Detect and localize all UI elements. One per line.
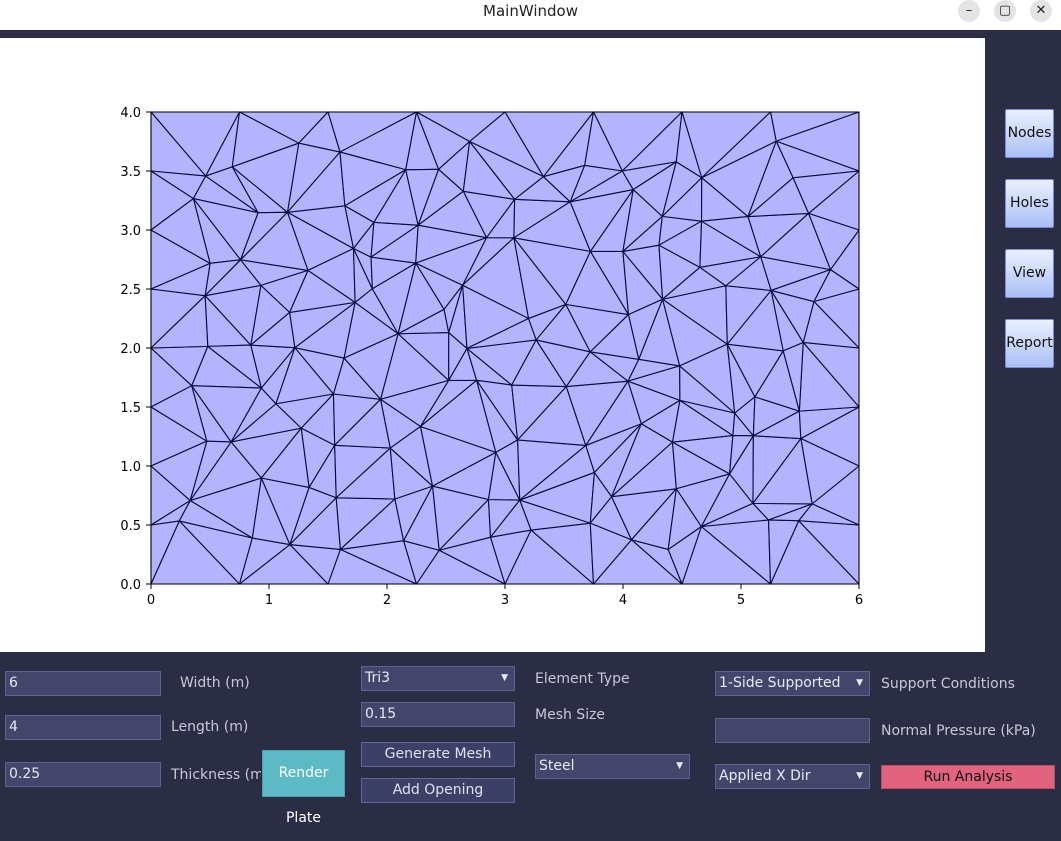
element-type-value: Tri3 <box>365 670 391 686</box>
y-tick-label: 1.0 <box>120 460 141 475</box>
y-tick-label: 2.5 <box>120 283 141 298</box>
render-plate-button[interactable]: Render Plate <box>262 750 345 826</box>
x-tick-label: 2 <box>383 593 391 608</box>
chevron-down-icon: ▼ <box>501 673 508 683</box>
length-input[interactable]: 4 <box>5 715 161 740</box>
y-tick-label: 0.0 <box>120 578 141 593</box>
y-tick-label: 3.5 <box>120 165 141 180</box>
y-tick-label: 4.0 <box>120 106 141 121</box>
chevron-down-icon: ▼ <box>856 678 863 688</box>
material-select[interactable]: Steel ▼ <box>535 754 690 779</box>
plot-canvas[interactable]: 0 1 2 3 4 5 6 0.0 0.5 1.0 1.5 2.0 2.5 3.0 3.5 4.0 <box>0 38 985 652</box>
run-analysis-button[interactable]: Run Analysis <box>881 765 1055 789</box>
thickness-input[interactable]: 0.25 <box>5 762 161 787</box>
load-direction-select[interactable]: Applied X Dir ▼ <box>715 764 870 789</box>
normal-pressure-label: Normal Pressure (kPa) <box>881 723 1036 739</box>
nodes-button[interactable]: Nodes <box>1005 109 1054 158</box>
minimize-icon[interactable]: – <box>958 0 980 22</box>
chevron-down-icon: ▼ <box>676 761 683 771</box>
x-tick-label: 5 <box>737 593 745 608</box>
x-tick-label: 6 <box>855 593 863 608</box>
generate-mesh-button[interactable]: Generate Mesh <box>361 742 515 767</box>
report-button[interactable]: Report <box>1005 319 1054 368</box>
mesh-elements <box>150 111 860 585</box>
window-title: MainWindow <box>483 2 578 20</box>
thickness-label: Thickness (m <box>171 767 261 783</box>
x-tick-label: 3 <box>501 593 509 608</box>
holes-button[interactable]: Holes <box>1005 179 1054 228</box>
controls-panel: 6 Width (m) 4 Length (m) 0.25 Thickness … <box>0 652 1061 826</box>
title-bar: MainWindow – ▢ ✕ <box>0 0 1061 30</box>
x-tick-label: 4 <box>619 593 627 608</box>
mesh-size-label: Mesh Size <box>535 707 606 723</box>
close-icon[interactable]: ✕ <box>1030 0 1052 22</box>
chevron-down-icon: ▼ <box>856 771 863 781</box>
y-tick-label: 1.5 <box>120 401 141 416</box>
x-tick-label: 0 <box>147 593 155 608</box>
support-conditions-select[interactable]: 1-Side Supported ▼ <box>715 671 870 696</box>
view-button[interactable]: View <box>1005 249 1054 298</box>
load-direction-value: Applied X Dir <box>719 768 811 784</box>
element-type-select[interactable]: Tri3 ▼ <box>361 666 515 691</box>
width-label: Width (m) <box>180 675 250 691</box>
add-opening-button[interactable]: Add Opening <box>361 778 515 803</box>
y-tick-label: 3.0 <box>120 224 141 239</box>
toolbar-strip <box>0 30 1061 38</box>
mesh-size-input[interactable]: 0.15 <box>361 702 515 727</box>
mesh-plot: 0 1 2 3 4 5 6 0.0 0.5 1.0 1.5 2.0 2.5 3.0 3.5 4.0 <box>120 106 863 608</box>
x-tick-label: 1 <box>265 593 273 608</box>
element-type-label: Element Type <box>535 671 630 687</box>
y-tick-label: 0.5 <box>120 519 141 534</box>
maximize-icon[interactable]: ▢ <box>994 0 1016 22</box>
support-conditions-label: Support Conditions <box>881 676 1015 692</box>
sidebar: Nodes Holes View Report <box>985 38 1061 652</box>
material-value: Steel <box>539 758 575 774</box>
length-label: Length (m) <box>171 719 249 735</box>
normal-pressure-input[interactable] <box>715 718 870 743</box>
y-tick-label: 2.0 <box>120 342 141 357</box>
support-conditions-value: 1-Side Supported <box>719 675 841 691</box>
width-input[interactable]: 6 <box>5 671 161 696</box>
